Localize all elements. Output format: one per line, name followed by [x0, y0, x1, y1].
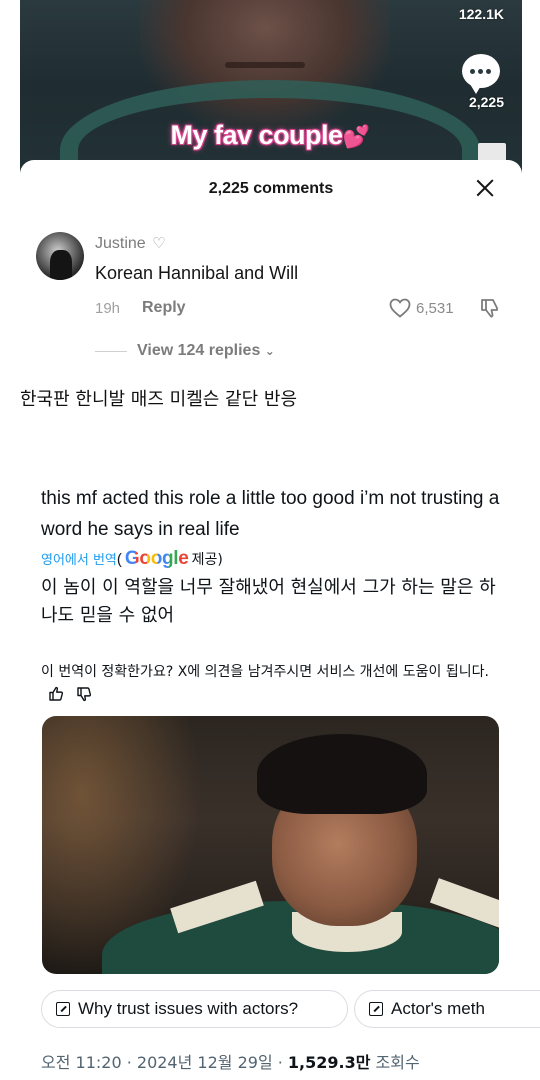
translated-from-link[interactable]: 영어에서 번역 — [41, 549, 117, 568]
tweet-metadata: 오전 11:20 · 2024년 12월 29일 · 1,529.3만 조회수 — [41, 1049, 420, 1073]
comment-author[interactable]: Justine ♡ — [95, 234, 166, 253]
tweet-text: this mf acted this role a little too goo… — [41, 488, 500, 540]
comment-time: 19h — [95, 300, 121, 317]
view-count: 1,529.3만 — [287, 1053, 371, 1072]
comment-like-count: 6,531 — [416, 300, 454, 317]
translation-attribution: 영어에서 번역 ( Google 제공) — [41, 548, 223, 570]
two-hearts-icon: 💕 — [342, 124, 370, 149]
comment-text: Korean Hannibal and Will — [95, 263, 299, 283]
post-caption: 한국판 한니발 매즈 미켈슨 같단 반응 — [20, 389, 298, 410]
thumbs-down-icon[interactable] — [478, 296, 502, 320]
thumbs-up-icon[interactable] — [47, 685, 65, 703]
heart-icon[interactable] — [388, 296, 412, 320]
replies-divider — [95, 351, 127, 352]
tweet-image[interactable] — [42, 716, 499, 974]
comments-sheet: 2,225 comments Justine ♡ Korean Hannibal… — [20, 160, 522, 390]
bubble-dot — [478, 69, 483, 74]
feedback-prompt: 이 번역이 정확한가요? X에 의견을 남겨주시면 서비스 개선에 도움이 됩니… — [41, 664, 489, 680]
close-icon[interactable] — [474, 177, 496, 199]
like-count: 122.1K — [458, 6, 504, 22]
translation-provider: 제공) — [191, 552, 223, 568]
video-caption-text: My fav couple — [170, 120, 344, 150]
tweet-timestamp[interactable]: 오전 11:20 · 2024년 12월 29일 · — [41, 1053, 288, 1072]
bubble-dot — [486, 69, 491, 74]
grok-icon — [56, 1002, 70, 1016]
media-hair — [257, 734, 427, 814]
reply-button[interactable]: Reply — [142, 299, 186, 317]
thumbs-down-icon[interactable] — [75, 685, 93, 703]
view-replies-label[interactable]: View 124 replies — [137, 342, 260, 359]
grok-icon — [369, 1002, 383, 1016]
avatar[interactable] — [36, 232, 84, 280]
comments-title: 2,225 comments — [208, 180, 334, 197]
grok-suggestion-chip[interactable]: Why trust issues with actors? — [41, 990, 348, 1028]
view-count-label: 조회수 — [370, 1053, 420, 1072]
translation-feedback: 이 번역이 정확한가요? X에 의견을 남겨주시면 서비스 개선에 도움이 됩니… — [41, 660, 511, 708]
bubble-dot — [470, 69, 475, 74]
comment-bubble-icon[interactable] — [462, 54, 500, 94]
google-logo: Google — [125, 548, 189, 570]
view-replies-button[interactable]: View 124 replies ⌄ — [137, 342, 275, 360]
chip-label[interactable]: Actor's meth — [391, 999, 485, 1019]
open-paren: ( — [116, 551, 122, 568]
grok-suggestion-chip[interactable]: Actor's meth — [354, 990, 540, 1028]
video-mouth — [225, 62, 305, 68]
video-caption: My fav couple💕 — [0, 120, 540, 151]
chip-label[interactable]: Why trust issues with actors? — [78, 999, 298, 1019]
chevron-down-icon: ⌄ — [264, 344, 275, 358]
google-logo-text: Google — [124, 548, 189, 569]
creator-liked-heart-icon: ♡ — [152, 235, 166, 252]
comment-author-name[interactable]: Justine — [95, 235, 146, 252]
translated-text: 이 놈이 이 역할을 너무 잘해냈어 현실에서 그가 하는 말은 하나도 믿을 … — [41, 577, 496, 626]
comment-count: 2,225 — [468, 94, 504, 110]
